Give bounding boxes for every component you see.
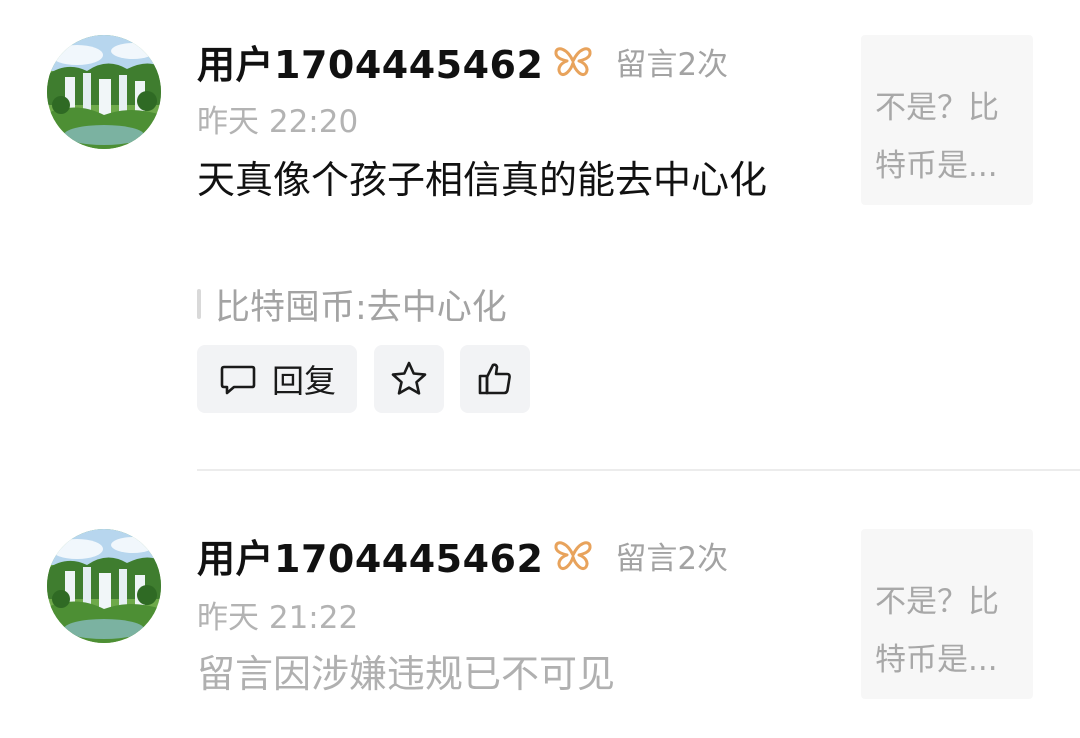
quote-text: 比特囤币:去中心化: [215, 287, 507, 328]
message-count: 留言2次: [615, 46, 729, 83]
favorite-button[interactable]: [374, 345, 444, 413]
referenced-post-card[interactable]: 不是？比 特币是...: [861, 529, 1033, 699]
reply-label: 回复: [271, 362, 336, 400]
ref-card-line: 特币是...: [875, 148, 998, 184]
ref-card-line: 不是？比: [875, 90, 999, 126]
avatar[interactable]: [47, 529, 161, 643]
like-button[interactable]: [460, 345, 530, 413]
comment-item: 用户1704445462 留言2次 昨天 22:20 天真像个孩子相信真的能去中…: [0, 0, 1080, 471]
referenced-post-card[interactable]: 不是？比 特币是...: [861, 35, 1033, 205]
star-icon: [389, 359, 429, 399]
username[interactable]: 用户1704445462: [197, 528, 543, 583]
ref-card-line: 不是？比: [875, 584, 999, 620]
comment-bubble-icon: [218, 359, 258, 399]
username[interactable]: 用户1704445462: [197, 34, 543, 89]
ref-card-line: 特币是...: [875, 642, 998, 678]
quote-bar: [197, 289, 201, 319]
waterfall-landscape-image: [47, 35, 161, 149]
butterfly-badge-icon: [553, 538, 593, 572]
comment-item: 用户1704445462 留言2次 昨天 21:22 留言因涉嫌违规已不可见 不…: [0, 471, 1080, 738]
butterfly-badge-icon: [553, 44, 593, 78]
timestamp: 昨天 21:22: [197, 600, 359, 636]
user-header: 用户1704445462 留言2次: [197, 33, 728, 89]
user-header: 用户1704445462 留言2次: [197, 527, 728, 583]
reply-button[interactable]: 回复: [197, 345, 357, 413]
quoted-reference[interactable]: 比特囤币:去中心化: [197, 281, 507, 328]
avatar[interactable]: [47, 35, 161, 149]
message-count: 留言2次: [615, 540, 729, 577]
timestamp: 昨天 22:20: [197, 104, 359, 140]
removed-comment-notice: 留言因涉嫌违规已不可见: [197, 652, 616, 696]
thumbs-up-icon: [475, 359, 515, 399]
comment-text: 天真像个孩子相信真的能去中心化: [197, 158, 768, 202]
waterfall-landscape-image: [47, 529, 161, 643]
